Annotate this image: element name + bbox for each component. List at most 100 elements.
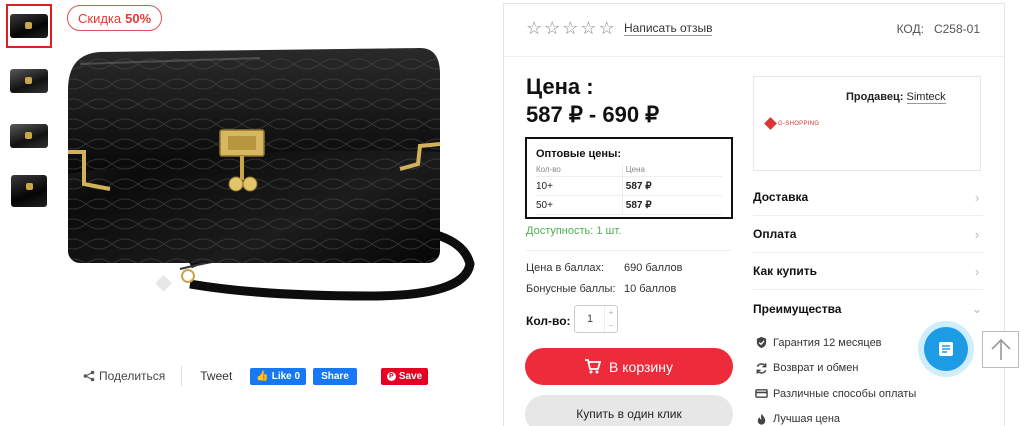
seller-logo[interactable]: G-SHOPPING [764, 117, 820, 130]
accordion-how-to-buy[interactable]: Как купить › [753, 253, 983, 290]
star-icon: ☆ [598, 18, 615, 38]
floating-feedback-button[interactable] [918, 321, 974, 377]
share-label: Поделиться [99, 369, 166, 383]
table-row: 50+ 587 ₽ [536, 195, 722, 215]
seller-logo-text: G-SHOPPING [778, 120, 820, 127]
quantity-stepper[interactable]: 1 + − [574, 305, 618, 333]
thumbnail-4[interactable] [6, 169, 52, 213]
table-row: 10+ 587 ₽ [536, 176, 722, 196]
bonus-points-value: 10 баллов [624, 283, 677, 295]
wholesale-title: Оптовые цены: [536, 148, 622, 160]
benefits-list: Гарантия 12 месяцев Возврат и обмен Разл… [755, 330, 916, 426]
product-main-image[interactable]: ◆ [60, 34, 488, 324]
chevron-right-icon: › [974, 189, 980, 205]
price-range: 587 ₽ - 690 ₽ [526, 102, 660, 127]
list-item: Гарантия 12 месяцев [755, 330, 916, 356]
star-icon: ☆ [526, 18, 543, 38]
thumbs-up-icon: 👍 [256, 370, 269, 382]
quantity-label: Кол-во: [526, 314, 571, 328]
divider [526, 250, 732, 251]
scroll-to-top-button[interactable] [982, 331, 1019, 368]
price-label: Цена : [526, 74, 594, 99]
benefit-label: Различные способы оплаты [773, 387, 917, 400]
star-icon: ☆ [544, 18, 561, 38]
star-icon: ☆ [562, 18, 579, 38]
wholesale-col-qty: Кол-во [536, 164, 623, 177]
star-icon: ☆ [580, 18, 597, 38]
facebook-like-label: Like 0 [271, 370, 301, 382]
tweet-button[interactable]: Tweet [182, 369, 250, 383]
accordion-delivery[interactable]: Доставка › [753, 179, 983, 216]
accordion-label: Преимущества [753, 301, 842, 316]
buy-one-click-button[interactable]: Купить в один клик [525, 395, 733, 426]
wholesale-col-price: Цена [621, 164, 722, 177]
add-to-cart-button[interactable]: В корзину [525, 348, 733, 385]
facebook-share-button[interactable]: Share [313, 367, 357, 385]
share-icon [83, 370, 95, 382]
thumbnail-1[interactable] [6, 4, 52, 48]
thumbnail-3[interactable] [6, 114, 52, 158]
discount-value: 50% [125, 10, 152, 26]
facebook-like-button[interactable]: 👍 Like 0 [250, 367, 307, 385]
increment-icon[interactable]: + [609, 308, 614, 317]
refresh-icon [756, 363, 767, 374]
points-price-row: Цена в баллах: 690 баллов [526, 262, 683, 274]
benefit-label: Гарантия 12 месяцев [773, 336, 882, 349]
rating-row: ☆ ☆ ☆ ☆ ☆ Написать отзыв КОД: C258-01 [504, 4, 1004, 57]
accordion-label: Доставка [753, 190, 809, 204]
points-price-value: 690 баллов [624, 262, 683, 274]
accordion-label: Оплата [753, 227, 797, 241]
write-review-link[interactable]: Написать отзыв [624, 22, 713, 36]
product-code-value: C258-01 [933, 22, 980, 36]
shield-check-icon [756, 337, 767, 349]
rating-stars[interactable]: ☆ ☆ ☆ ☆ ☆ [526, 19, 615, 37]
accordion-label: Как купить [753, 264, 818, 278]
quantity-buttons: + − [604, 306, 617, 332]
feedback-button-inner [924, 327, 968, 371]
seller-label: Продавец: [846, 91, 904, 103]
list-item: Лучшая цена [755, 407, 916, 426]
seller-name-link[interactable]: Simteck [906, 91, 946, 104]
share-button[interactable]: Поделиться [83, 366, 183, 386]
document-icon [939, 342, 953, 356]
benefit-label: Возврат и обмен [773, 362, 859, 375]
wholesale-price: 587 ₽ [621, 195, 722, 215]
wholesale-qty: 50+ [536, 195, 623, 215]
decrement-icon[interactable]: − [609, 321, 614, 330]
availability-text: Доступность: 1 шт. [526, 225, 622, 237]
thumbnail-strip [6, 4, 54, 224]
bonus-points-row: Бонусные баллы: 10 баллов [526, 283, 676, 295]
svg-text:◆: ◆ [155, 269, 172, 294]
quantity-value[interactable]: 1 [575, 306, 605, 332]
credit-card-icon [755, 389, 768, 399]
flame-icon [757, 413, 766, 425]
seller-box: G-SHOPPING Продавец: Simteck [753, 76, 981, 171]
accordion-payment[interactable]: Оплата › [753, 216, 983, 253]
chevron-right-icon: › [974, 263, 980, 279]
pinterest-save-button[interactable]: P Save [380, 367, 429, 385]
product-code: КОД: C258-01 [897, 22, 980, 36]
wholesale-qty: 10+ [536, 176, 623, 196]
chevron-down-icon: ⌄ [971, 300, 983, 316]
discount-badge: Скидка 50% [67, 5, 163, 31]
wholesale-price: 587 ₽ [621, 176, 722, 196]
list-item: Возврат и обмен [755, 356, 916, 382]
pinterest-icon: P [386, 371, 396, 381]
wholesale-prices: Оптовые цены: Кол-во Цена 10+ 587 ₽ 50+ … [525, 137, 733, 219]
product-code-label: КОД: [896, 22, 924, 36]
seller-info: Продавец: Simteck [846, 91, 946, 104]
bonus-points-label: Бонусные баллы: [526, 283, 616, 295]
thumbnail-2[interactable] [6, 59, 52, 103]
arrow-up-icon [990, 338, 1011, 360]
benefit-label: Лучшая цена [773, 413, 841, 426]
chevron-right-icon: › [974, 226, 980, 242]
list-item: Различные способы оплаты [755, 381, 916, 407]
diamond-icon [764, 117, 777, 130]
points-price-label: Цена в баллах: [526, 262, 605, 274]
pinterest-save-label: Save [398, 370, 423, 382]
wholesale-table: Кол-во Цена 10+ 587 ₽ 50+ 587 ₽ [536, 164, 722, 215]
add-to-cart-label: В корзину [609, 358, 673, 375]
discount-label: Скидка [78, 10, 122, 26]
share-row: Поделиться Tweet 👍 Like 0 Share P Save [83, 366, 429, 386]
cart-icon [585, 359, 602, 374]
